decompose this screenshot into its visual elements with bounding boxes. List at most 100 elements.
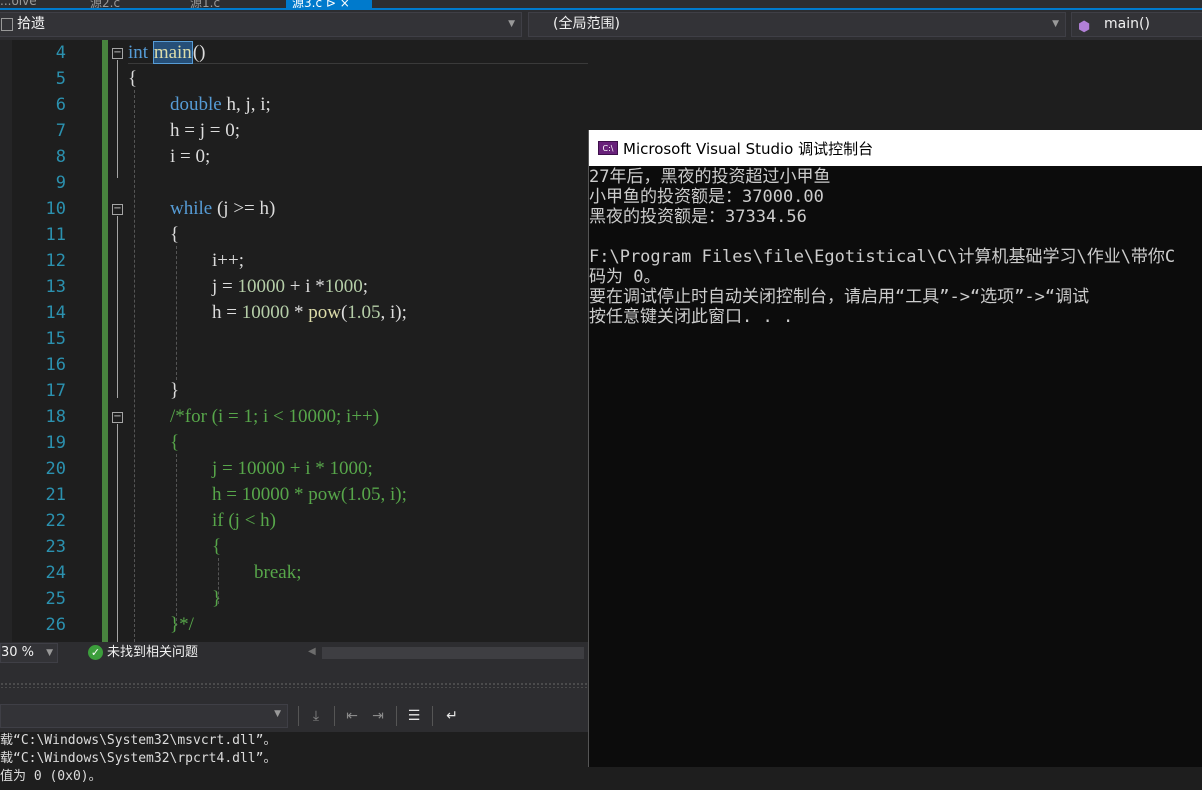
code-line-6: double h, j, i; bbox=[170, 92, 271, 118]
code-line-7: h = j = 0; bbox=[170, 118, 240, 144]
line-number: 14 bbox=[45, 303, 66, 323]
debug-console-window[interactable]: C:\ Microsoft Visual Studio 调试控制台 27年后，黑… bbox=[588, 130, 1202, 767]
next-message-icon[interactable]: ⇥ bbox=[368, 706, 388, 726]
line-number: 25 bbox=[45, 589, 66, 609]
issues-label: 未找到相关问题 bbox=[107, 645, 199, 660]
keyword-double: double bbox=[170, 94, 222, 115]
number-literal: 1000 bbox=[324, 276, 363, 297]
console-title-bar[interactable]: C:\ Microsoft Visual Studio 调试控制台 bbox=[589, 130, 1202, 166]
member-label: main() bbox=[1104, 16, 1150, 32]
code-line-14: h = 10000 * pow(1.05, i); bbox=[212, 300, 407, 326]
output-pane: ▼ ⤓ ⇤ ⇥ ☰ ↵ 载“C:\Windows\System32\msvcrt… bbox=[0, 664, 588, 790]
code-line-23: { bbox=[212, 536, 222, 557]
clear-all-icon[interactable]: ☰ bbox=[404, 706, 424, 726]
code-editor[interactable]: 4 5 6 7 8 9 10 11 12 13 14 15 16 17 18 19 20 21 22 23 24 25 26… bbox=[0, 40, 588, 642]
line-number: 15 bbox=[45, 329, 66, 349]
line-number: 24 bbox=[45, 563, 66, 583]
line-number: 17 bbox=[45, 381, 66, 401]
number-literal: 10000 bbox=[237, 276, 286, 297]
code-text: int main() { double h, j, i; h = j = 0; … bbox=[128, 40, 407, 635]
code-line-21: h = 10000 * pow(1.05, i); bbox=[212, 484, 407, 505]
console-line: F:\Program Files\file\Egotistical\C\计算机基… bbox=[589, 247, 1176, 267]
function-main-highlight[interactable]: main bbox=[152, 41, 193, 64]
code-token: h = bbox=[212, 302, 242, 323]
code-line-5: { bbox=[128, 66, 137, 92]
code-line-18: /*for (i = 1; i < 10000; i++) bbox=[170, 406, 380, 427]
code-token: (j >= h) bbox=[212, 198, 276, 219]
toolbar-separator bbox=[298, 706, 299, 726]
chevron-down-icon: ▼ bbox=[1052, 19, 1059, 29]
code-line-22: if (j < h) bbox=[212, 510, 277, 531]
console-line: 要在调试停止时自动关闭控制台，请启用“工具”->“选项”->“调试 bbox=[589, 287, 1090, 307]
line-number: 16 bbox=[45, 355, 66, 375]
outline-line bbox=[117, 216, 118, 398]
code-line-25: } bbox=[212, 588, 222, 609]
console-line: 小甲鱼的投资额是：37000.00 bbox=[589, 187, 824, 207]
line-number: 12 bbox=[45, 251, 66, 271]
zoom-dropdown[interactable]: 30 % ▼ bbox=[0, 643, 58, 663]
project-icon bbox=[1, 18, 13, 31]
collapse-main-icon[interactable]: − bbox=[112, 48, 123, 59]
line-number: 18 bbox=[45, 407, 66, 427]
code-token: { bbox=[128, 68, 138, 89]
code-line-10: while (j >= h) bbox=[170, 196, 275, 222]
console-line: 按任意键关闭此窗口. . . bbox=[589, 307, 794, 327]
code-line-26: }*/ bbox=[170, 614, 194, 635]
editor-left-margin bbox=[0, 40, 12, 642]
console-title: Microsoft Visual Studio 调试控制台 bbox=[623, 140, 874, 158]
output-source-dropdown[interactable]: ▼ bbox=[0, 704, 288, 728]
zoom-level: 30 % bbox=[1, 645, 35, 660]
member-dropdown[interactable]: ⬢ main() bbox=[1071, 12, 1202, 37]
collapse-comment-icon[interactable]: − bbox=[112, 412, 123, 423]
code-line-11: { bbox=[170, 222, 179, 248]
keyword-while: while bbox=[170, 198, 213, 219]
line-number: 13 bbox=[45, 277, 66, 297]
scope-dropdown[interactable]: (全局范围) ▼ bbox=[528, 12, 1066, 37]
scope-label: (全局范围) bbox=[553, 16, 620, 32]
output-text: 载“C:\Windows\System32\msvcrt.dll”。 载“C:\… bbox=[0, 732, 588, 790]
code-token: j = bbox=[212, 276, 238, 297]
project-label: 拾遗 bbox=[17, 16, 45, 32]
output-line: 值为 0 (0x0)。 bbox=[0, 769, 102, 784]
indent-guide bbox=[176, 246, 177, 380]
number-literal: 1.05 bbox=[347, 302, 381, 323]
code-token: h, j, i; bbox=[221, 94, 271, 115]
code-line-24: break; bbox=[254, 562, 302, 583]
code-token: i = 0; bbox=[170, 146, 211, 167]
navigation-bar: 拾遗 ▼ (全局范围) ▼ ⬢ main() bbox=[0, 10, 1202, 40]
line-number: 10 bbox=[45, 199, 66, 219]
project-dropdown[interactable]: 拾遗 ▼ bbox=[0, 12, 522, 37]
line-number: 5 bbox=[55, 69, 66, 89]
horizontal-scrollbar[interactable] bbox=[322, 647, 584, 659]
console-line: 黑夜的投资额是：37334.56 bbox=[589, 207, 807, 227]
outline-line bbox=[117, 60, 118, 178]
indent-guide bbox=[176, 454, 177, 626]
code-line-8: i = 0; bbox=[170, 144, 210, 170]
toolbar-separator bbox=[396, 706, 397, 726]
console-line: 码为 0。 bbox=[589, 267, 661, 287]
issues-indicator[interactable]: ✓ 未找到相关问题 bbox=[88, 643, 198, 663]
line-number: 21 bbox=[45, 485, 66, 505]
scroll-left-icon[interactable]: ◀ bbox=[308, 646, 316, 657]
code-token: } bbox=[170, 380, 180, 401]
editor-status-bar: 30 % ▼ ✓ 未找到相关问题 ◀ bbox=[0, 642, 588, 664]
chevron-down-icon: ▼ bbox=[274, 709, 281, 719]
line-number: 6 bbox=[55, 95, 66, 115]
code-line-13: j = 10000 + i *1000; bbox=[212, 274, 368, 300]
code-token: , i); bbox=[380, 302, 407, 323]
code-token: ; bbox=[362, 276, 369, 297]
collapse-while-icon[interactable]: − bbox=[112, 204, 123, 215]
function-pow: pow bbox=[308, 302, 341, 323]
console-output: 27年后，黑夜的投资超过小甲鱼 小甲鱼的投资额是：37000.00 黑夜的投资额… bbox=[589, 167, 1202, 767]
line-number: 8 bbox=[55, 147, 66, 167]
line-number: 19 bbox=[45, 433, 66, 453]
code-line-17: } bbox=[170, 378, 179, 404]
find-message-icon[interactable]: ⤓ bbox=[306, 706, 326, 726]
output-line: 载“C:\Windows\System32\rpcrt4.dll”。 bbox=[0, 751, 277, 766]
document-tab-strip: ...olve 源2.c 源1.c 源3.c ⊳ × bbox=[0, 0, 1202, 10]
word-wrap-icon[interactable]: ↵ bbox=[442, 706, 462, 726]
pane-drag-grip[interactable] bbox=[0, 682, 588, 688]
previous-message-icon[interactable]: ⇤ bbox=[342, 706, 362, 726]
line-number: 22 bbox=[45, 511, 66, 531]
line-number: 26 bbox=[45, 615, 66, 635]
